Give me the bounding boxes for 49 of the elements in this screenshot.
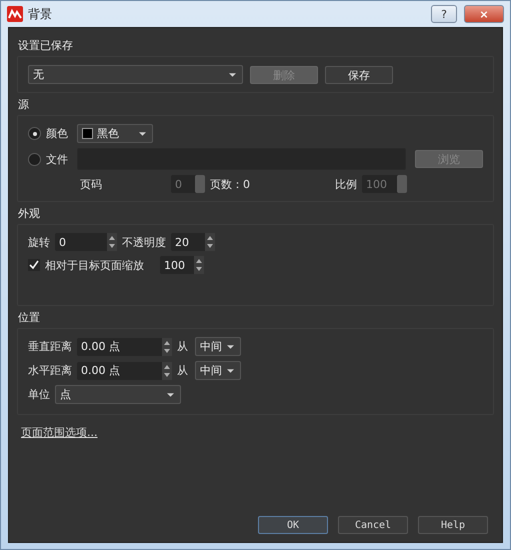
caret-icon (229, 72, 236, 76)
save-button[interactable]: 保存 (325, 66, 393, 84)
rotation-spinbox[interactable]: 0 (55, 233, 117, 251)
page-count: 页数：0 (210, 176, 250, 192)
spinner-arrows-icon (194, 256, 204, 274)
caret-icon (227, 344, 234, 348)
scale-spinbox[interactable]: 100 (160, 256, 204, 274)
section-heading: 位置 (18, 310, 41, 325)
anchor-dropdown[interactable]: 中间 (195, 337, 241, 356)
spinner-arrows-icon (107, 233, 117, 251)
app-logo-icon (7, 6, 23, 22)
opacity-label: 不透明度 (122, 234, 166, 250)
radio-label: 颜色 (46, 126, 68, 141)
page-label: 页码 (80, 176, 103, 192)
scale-label: 比例 (335, 176, 357, 192)
help-button[interactable]: ? (431, 5, 457, 23)
caret-icon (227, 368, 234, 372)
preset-dropdown[interactable]: 无 (28, 65, 243, 84)
spinner-arrows-icon (205, 233, 215, 251)
from-label: 从 (177, 339, 188, 354)
distance-label: 垂直距离 (28, 339, 72, 354)
spinner-arrows-icon (162, 338, 172, 356)
dialog-button[interactable]: Cancel (338, 516, 408, 534)
rotation-label: 旋转 (28, 234, 50, 250)
opacity-spinbox[interactable]: 20 (171, 233, 215, 251)
dialog-button[interactable]: OK (258, 516, 328, 534)
checkbox-label: 相对于目标页面缩放 (45, 258, 145, 272)
page-range-link[interactable]: 页面范围选项... (21, 425, 98, 440)
color-dropdown[interactable]: 黑色 (77, 124, 153, 143)
dialog-button[interactable]: Help (418, 516, 488, 534)
section-heading: 设置已保存 (18, 38, 74, 53)
caret-icon (139, 132, 146, 136)
radio-button[interactable] (28, 152, 41, 166)
checkbox[interactable] (28, 259, 40, 271)
spinner-arrows-icon (162, 362, 172, 380)
radio-button[interactable] (28, 127, 41, 140)
window-title: 背景 (28, 6, 52, 22)
color-swatch-icon (82, 128, 93, 139)
radio-label: 文件 (46, 152, 68, 166)
unit-dropdown[interactable]: 点 (55, 385, 181, 404)
anchor-dropdown[interactable]: 中间 (195, 361, 241, 380)
distance-label: 水平距离 (28, 363, 72, 378)
distance-spinbox[interactable]: 0.00 点 (77, 362, 172, 380)
distance-spinbox[interactable]: 0.00 点 (77, 338, 172, 356)
caret-icon (167, 392, 174, 396)
from-label: 从 (177, 363, 188, 378)
unit-label: 单位 (28, 387, 50, 402)
section-heading: 外观 (18, 206, 41, 221)
section-heading: 源 (18, 97, 30, 112)
